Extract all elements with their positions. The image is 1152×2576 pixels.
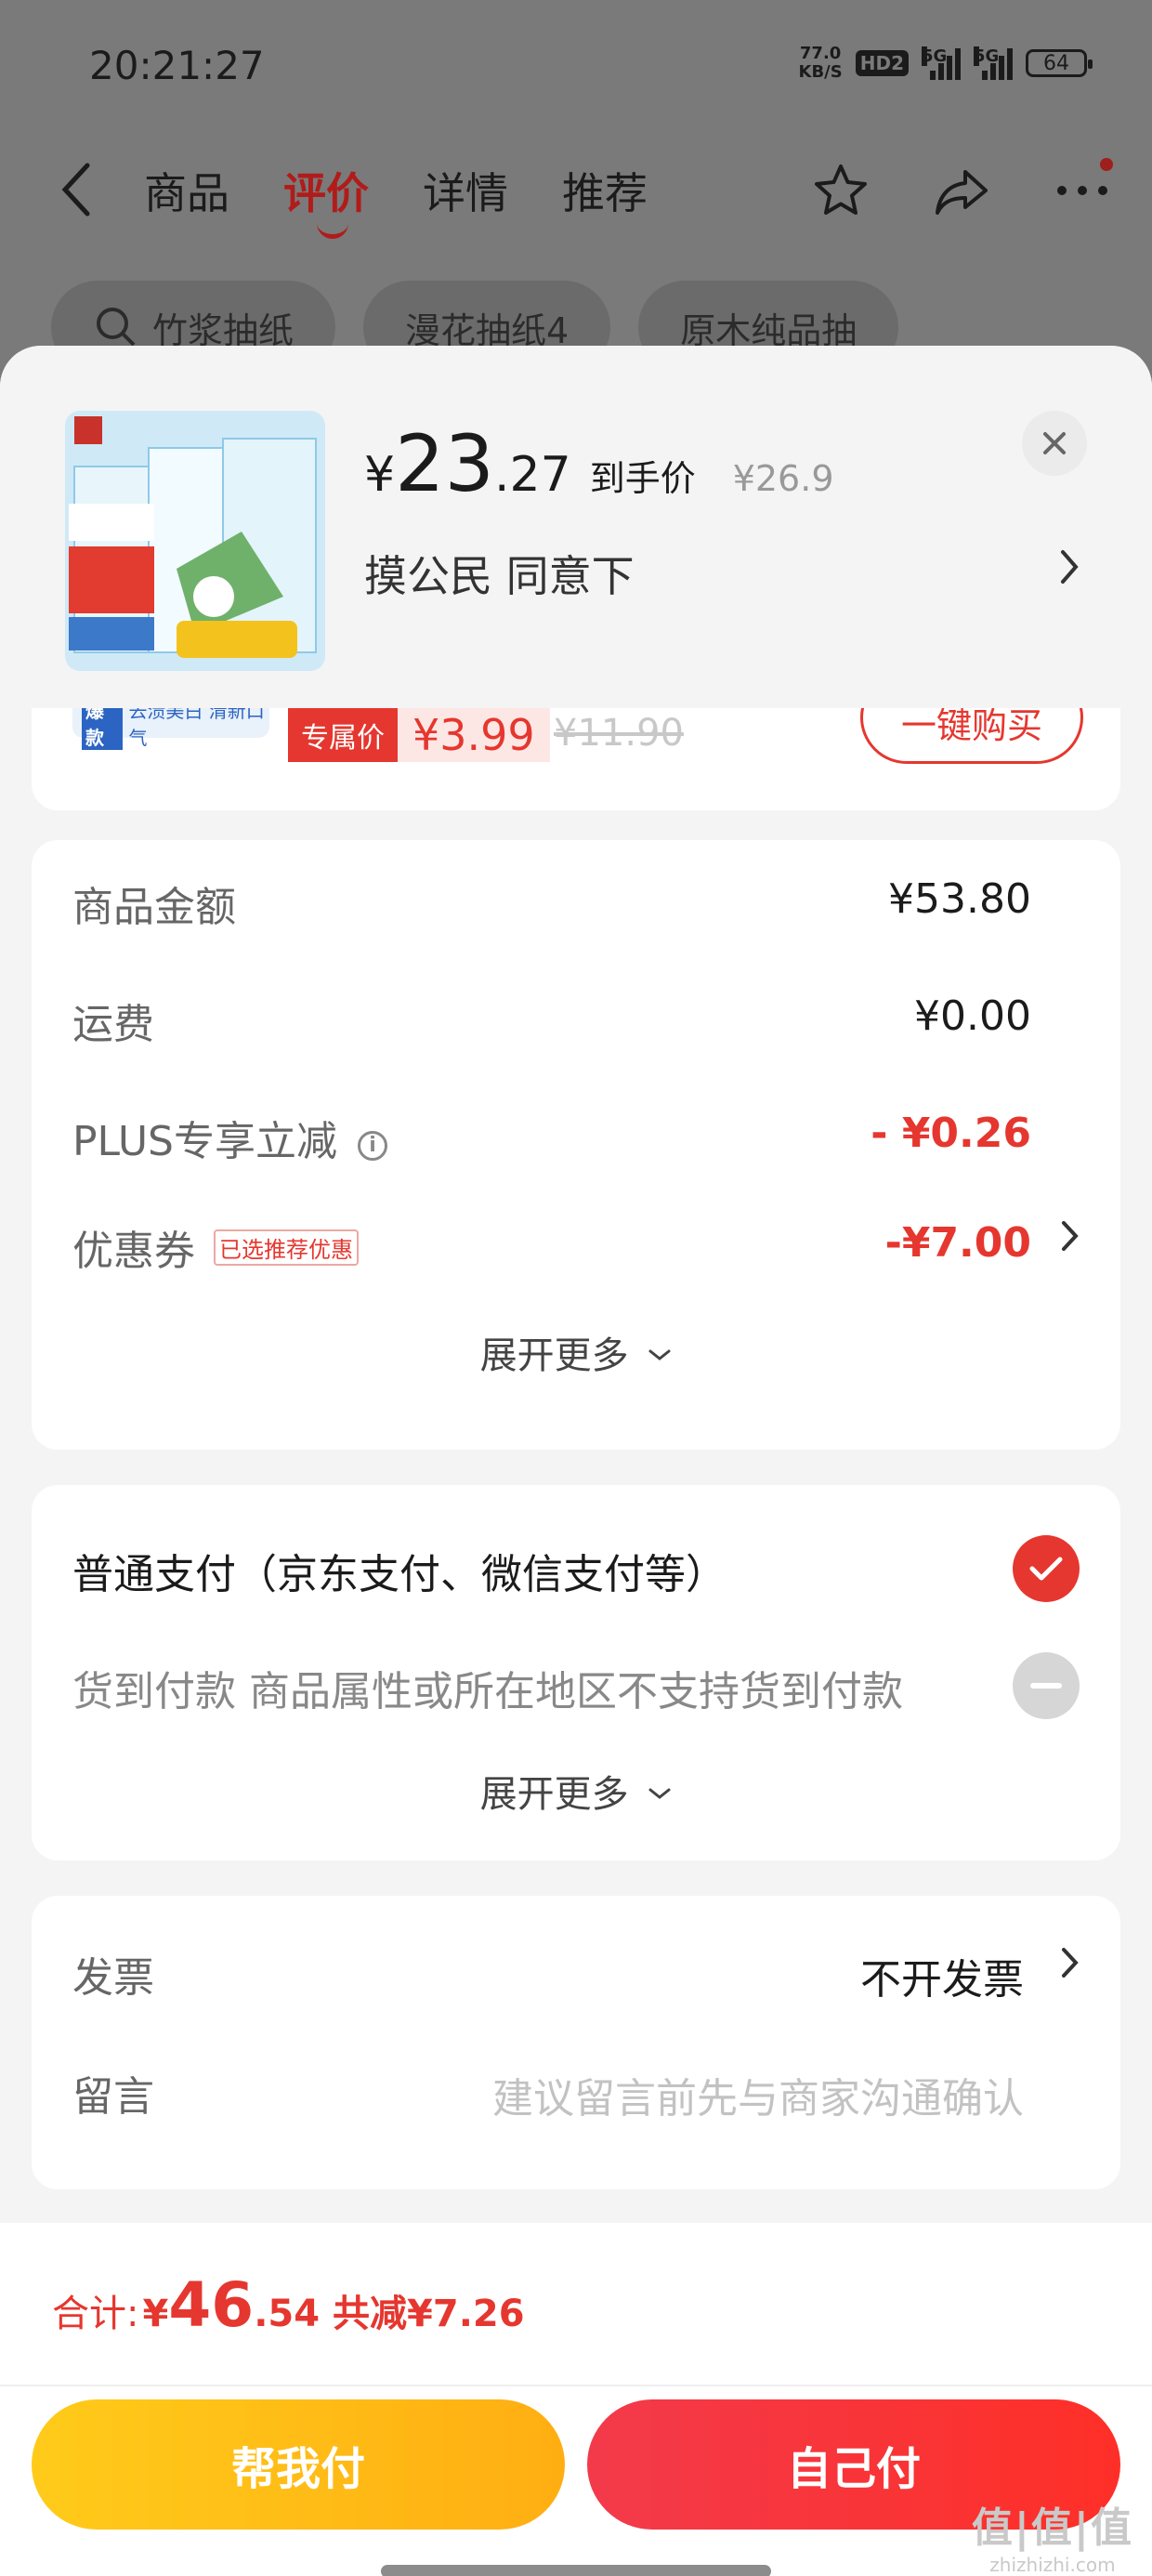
total-saved: 共减¥7.26 <box>333 2293 525 2335</box>
check-icon[interactable] <box>1013 1535 1080 1602</box>
expand-more-button[interactable]: 展开更多 <box>32 1764 1120 1818</box>
tab-goods[interactable]: 商品 <box>144 160 229 221</box>
cod-payment-option: 货到付款 商品属性或所在地区不支持货到付款 <box>72 1652 1080 1727</box>
status-bar: 20:21:27 77.0 KB/S HD2 5G 5G 64 <box>0 0 1152 139</box>
hd-icon: HD2 <box>855 50 909 76</box>
note-row: 留言 建议留言前先与商家沟通确认 <box>72 2063 1080 2128</box>
one-click-buy-button[interactable]: 一键购买 <box>860 708 1083 764</box>
help-pay-button[interactable]: 帮我付 <box>32 2399 565 2530</box>
product-image <box>65 411 325 671</box>
expand-more-button[interactable]: 展开更多 <box>32 1325 1120 1379</box>
shipping-row: 运费 ¥0.00 <box>72 992 1031 1048</box>
final-price: ¥ 23 .27 到手价 ¥26.9 <box>364 418 834 509</box>
note-input[interactable]: 建议留言前先与商家沟通确认 <box>492 2065 1024 2124</box>
chevron-down-icon <box>648 1788 671 1799</box>
share-icon[interactable] <box>929 158 994 223</box>
star-icon[interactable] <box>808 158 873 223</box>
final-price-label: 到手价 <box>589 458 696 499</box>
coupon-row[interactable]: 优惠券 已选推荐优惠 -¥7.00 <box>72 1217 1080 1282</box>
battery-icon: 64 <box>1026 49 1093 77</box>
tab-recommend[interactable]: 推荐 <box>562 160 648 221</box>
chevron-right-icon[interactable] <box>1059 548 1080 595</box>
info-icon[interactable]: i <box>358 1130 387 1161</box>
original-price: ¥26.9 <box>732 458 834 499</box>
invoice-row[interactable]: 发票 不开发票 <box>72 1944 1080 2009</box>
goods-amount-row: 商品金额 ¥53.80 <box>72 875 1031 931</box>
search-icon <box>97 308 136 347</box>
signal-icon: 5G <box>974 46 1013 80</box>
tab-details[interactable]: 详情 <box>423 160 508 221</box>
status-icons: 77.0 KB/S HD2 5G 5G 64 <box>798 44 1093 82</box>
chevron-down-icon <box>648 1349 671 1360</box>
product-header: ¥ 23 .27 到手价 ¥26.9 摸公民 同意下 <box>0 346 1152 708</box>
disabled-icon <box>1013 1652 1080 1719</box>
nav-actions <box>808 158 1115 223</box>
top-nav: 商品 评价 详情 推荐 <box>0 139 1152 242</box>
more-icon[interactable] <box>1050 158 1115 223</box>
total-amount: 合计: ¥ 46 .54 共减¥7.26 <box>52 2269 525 2341</box>
fee-summary-card: 商品金额 ¥53.80 运费 ¥0.00 PLUS专享立减 i - ¥0.26 优… <box>32 840 1120 1450</box>
tab-reviews[interactable]: 评价 <box>283 160 369 239</box>
status-time: 20:21:27 <box>89 43 265 88</box>
network-speed: 77.0 KB/S <box>798 44 843 82</box>
back-icon[interactable] <box>58 160 95 229</box>
item-badge: 爆款 去渍美白 清新口气 <box>72 708 269 750</box>
delivery-address[interactable]: 摸公民 同意下 <box>364 543 635 604</box>
nav-tabs: 商品 评价 详情 推荐 <box>144 160 648 239</box>
exclusive-price-tag: 专属价 ¥3.99 <box>288 708 550 762</box>
close-icon[interactable] <box>1022 411 1087 476</box>
old-price: ¥11.90 <box>554 712 684 755</box>
home-indicator[interactable] <box>381 2565 771 2576</box>
chevron-right-icon[interactable] <box>1061 1217 1080 1264</box>
divider <box>0 2385 1152 2386</box>
checkout-sheet: ¥ 23 .27 到手价 ¥26.9 摸公民 同意下 爆款 去渍美白 清新口气 … <box>0 346 1152 2576</box>
coupon-tag: 已选推荐优惠 <box>214 1229 359 1266</box>
payment-method-card: 普通支付（京东支付、微信支付等） 货到付款 商品属性或所在地区不支持货到付款 展… <box>32 1485 1120 1860</box>
plus-discount-row: PLUS专享立减 i - ¥0.26 <box>72 1110 1031 1165</box>
watermark: 值|值|值 zhizhizhi.com <box>971 2504 1133 2576</box>
recommended-item-card: 爆款 去渍美白 清新口气 专属价 ¥3.99 ¥11.90 一键购买 <box>32 708 1120 810</box>
chevron-right-icon[interactable] <box>1061 1944 1080 1991</box>
notification-dot <box>1100 158 1113 171</box>
invoice-card: 发票 不开发票 留言 建议留言前先与商家沟通确认 <box>32 1896 1120 2189</box>
signal-icon: 5G <box>922 46 961 80</box>
normal-payment-option[interactable]: 普通支付（京东支付、微信支付等） <box>72 1535 1080 1610</box>
